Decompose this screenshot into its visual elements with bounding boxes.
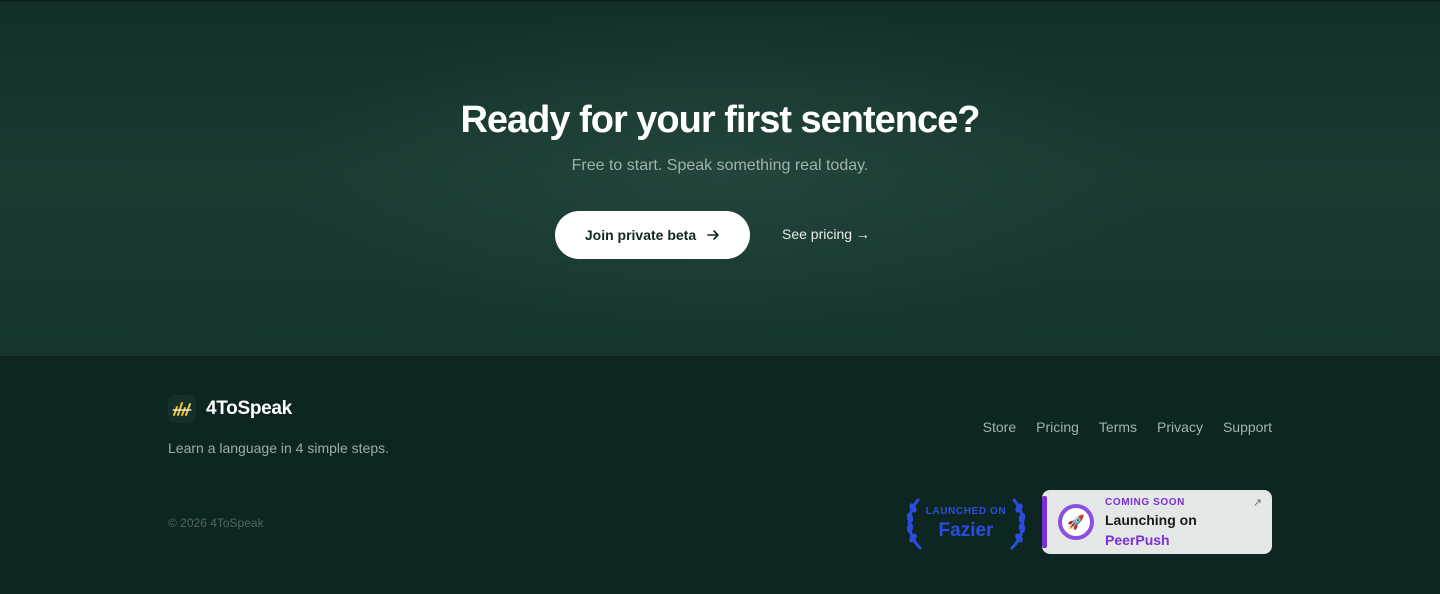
join-beta-label: Join private beta bbox=[584, 227, 697, 243]
arrow-right-icon bbox=[706, 228, 720, 242]
footer-nav: Store Pricing Terms Privacy Support bbox=[983, 419, 1272, 435]
peerpush-accent-bar bbox=[1042, 496, 1047, 548]
rocket-icon: 🚀 bbox=[1058, 504, 1094, 540]
footer-link-support[interactable]: Support bbox=[1223, 419, 1272, 435]
see-pricing-link[interactable]: See pricing → bbox=[782, 226, 870, 242]
peerpush-badge[interactable]: 🚀 COMING SOON Launching on PeerPush ↗ bbox=[1042, 490, 1272, 554]
cta-subtitle: Free to start. Speak something real toda… bbox=[571, 157, 869, 174]
external-link-icon: ↗ bbox=[1252, 497, 1262, 509]
peerpush-status: COMING SOON bbox=[1105, 497, 1185, 508]
join-beta-button[interactable]: Join private beta bbox=[555, 211, 750, 259]
peerpush-line: Launching on bbox=[1105, 512, 1197, 528]
fazier-launched-label: LAUNCHED ON bbox=[925, 506, 1007, 517]
fazier-name: Fazier bbox=[938, 520, 994, 541]
footer: 4ToSpeak Learn a language in 4 simple st… bbox=[0, 355, 1440, 594]
peerpush-name: PeerPush bbox=[1105, 532, 1170, 548]
cta-section: Ready for your first sentence? Free to s… bbox=[0, 0, 1440, 355]
footer-link-terms[interactable]: Terms bbox=[1099, 419, 1137, 435]
tagline: Learn a language in 4 simple steps. bbox=[168, 440, 390, 456]
brand[interactable]: 4ToSpeak bbox=[168, 395, 292, 423]
footer-link-pricing[interactable]: Pricing bbox=[1036, 419, 1079, 435]
footer-link-privacy[interactable]: Privacy bbox=[1157, 419, 1203, 435]
cta-title: Ready for your first sentence? bbox=[460, 99, 980, 141]
brand-name: 4ToSpeak bbox=[206, 398, 292, 419]
fazier-badge[interactable]: LAUNCHED ON Fazier bbox=[904, 494, 1028, 552]
copyright: © 2026 4ToSpeak bbox=[168, 516, 264, 530]
bar-chart-logo-icon bbox=[168, 395, 196, 423]
footer-link-store[interactable]: Store bbox=[983, 419, 1016, 435]
